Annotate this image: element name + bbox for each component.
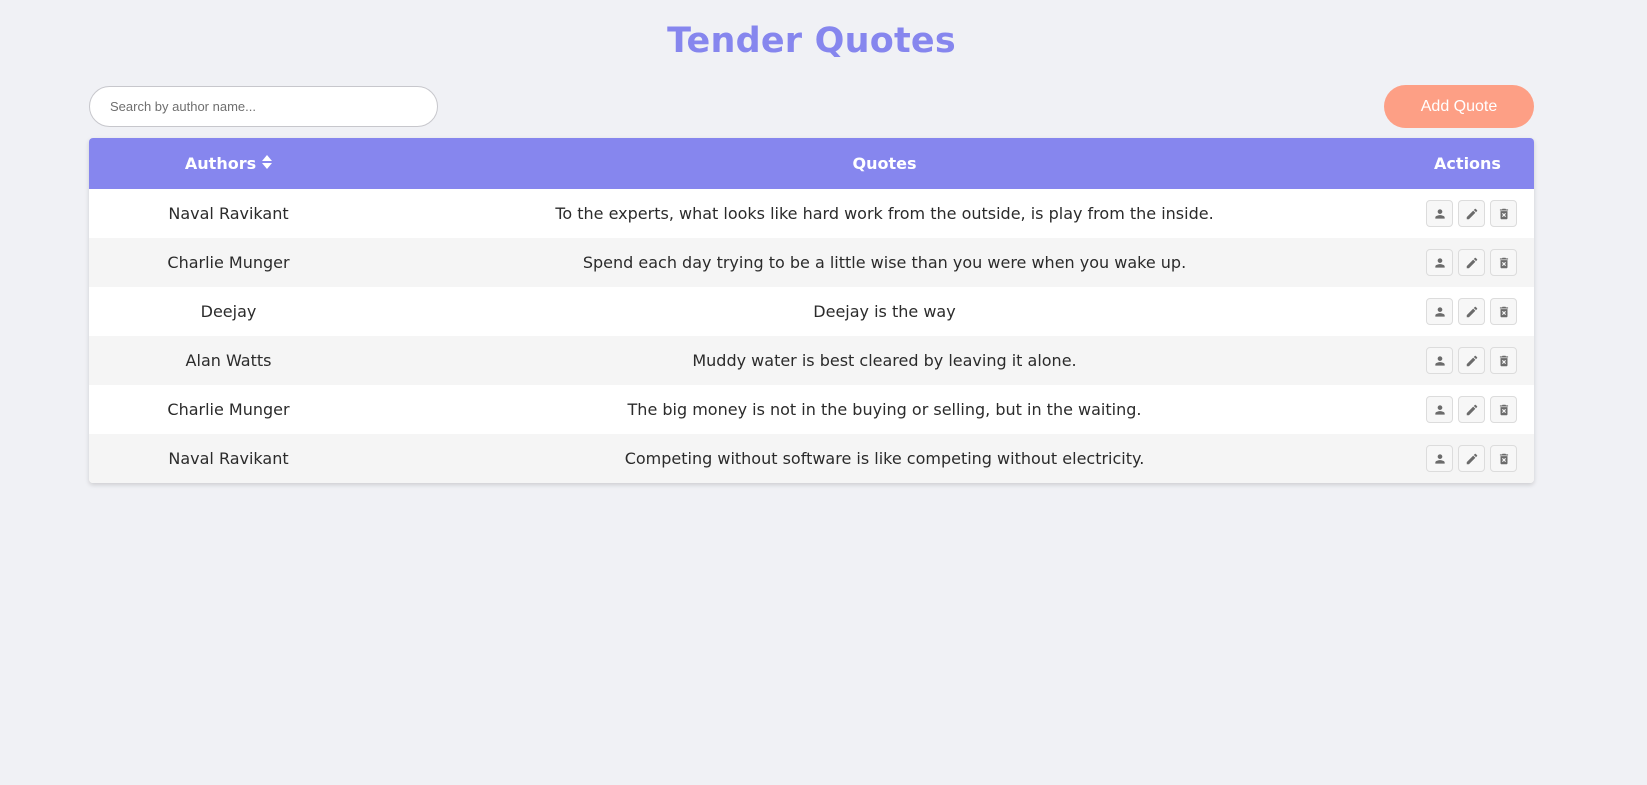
user-icon: [1434, 306, 1445, 317]
edit-icon: [1466, 257, 1477, 268]
table-row: Naval Ravikant Competing without softwar…: [89, 434, 1534, 483]
actions-cell: [1401, 385, 1534, 434]
edit-quote-button[interactable]: [1458, 249, 1485, 276]
user-icon: [1434, 453, 1445, 464]
user-icon: [1434, 208, 1445, 219]
delete-icon: [1499, 404, 1508, 415]
table-row: Alan Watts Muddy water is best cleared b…: [89, 336, 1534, 385]
edit-icon: [1466, 306, 1477, 317]
actions-header-label: Actions: [1434, 154, 1501, 173]
delete-icon: [1499, 257, 1508, 268]
author-cell: Alan Watts: [185, 351, 272, 370]
quote-cell: Spend each day trying to be a little wis…: [582, 253, 1187, 272]
actions-cell: [1401, 336, 1534, 385]
table-header-row: Authors Quotes Actions: [89, 138, 1534, 189]
author-cell: Charlie Munger: [167, 400, 290, 419]
user-icon: [1434, 355, 1445, 366]
table-row: Naval Ravikant To the experts, what look…: [89, 189, 1534, 238]
delete-icon: [1499, 306, 1508, 317]
table-row: Charlie Munger Spend each day trying to …: [89, 238, 1534, 287]
authors-header-label: Authors: [184, 154, 257, 173]
user-icon: [1434, 404, 1445, 415]
edit-icon: [1466, 355, 1477, 366]
delete-quote-button[interactable]: [1490, 396, 1517, 423]
actions-column-header: Actions: [1401, 138, 1534, 189]
delete-quote-button[interactable]: [1490, 249, 1517, 276]
delete-icon: [1499, 453, 1508, 464]
quote-cell: The big money is not in the buying or se…: [627, 400, 1142, 419]
view-author-button[interactable]: [1426, 347, 1453, 374]
edit-quote-button[interactable]: [1458, 445, 1485, 472]
quote-cell: Competing without software is like compe…: [624, 449, 1145, 468]
author-cell: Charlie Munger: [167, 253, 290, 272]
delete-quote-button[interactable]: [1490, 200, 1517, 227]
view-author-button[interactable]: [1426, 249, 1453, 276]
authors-column-header[interactable]: Authors: [89, 138, 368, 189]
view-author-button[interactable]: [1426, 396, 1453, 423]
delete-icon: [1499, 208, 1508, 219]
quote-cell: Deejay is the way: [813, 302, 956, 321]
edit-icon: [1466, 404, 1477, 415]
delete-quote-button[interactable]: [1490, 298, 1517, 325]
quotes-column-header: Quotes: [368, 138, 1401, 189]
actions-cell: [1401, 189, 1534, 238]
author-cell: Naval Ravikant: [168, 449, 289, 468]
author-cell: Naval Ravikant: [168, 204, 289, 223]
table-row: Deejay Deejay is the way: [89, 287, 1534, 336]
quote-cell: Muddy water is best cleared by leaving i…: [692, 351, 1077, 370]
delete-icon: [1499, 355, 1508, 366]
quote-cell: To the experts, what looks like hard wor…: [555, 204, 1214, 223]
actions-cell: [1401, 238, 1534, 287]
actions-cell: [1401, 287, 1534, 336]
edit-icon: [1466, 453, 1477, 464]
edit-quote-button[interactable]: [1458, 396, 1485, 423]
author-cell: Deejay: [200, 302, 257, 321]
actions-cell: [1401, 434, 1534, 483]
edit-quote-button[interactable]: [1458, 347, 1485, 374]
view-author-button[interactable]: [1426, 200, 1453, 227]
quotes-header-label: Quotes: [852, 154, 917, 173]
delete-quote-button[interactable]: [1490, 347, 1517, 374]
edit-icon: [1466, 208, 1477, 219]
sort-icon[interactable]: [262, 154, 273, 173]
view-author-button[interactable]: [1426, 445, 1453, 472]
view-author-button[interactable]: [1426, 298, 1453, 325]
table-row: Charlie Munger The big money is not in t…: [89, 385, 1534, 434]
add-quote-button[interactable]: Add Quote: [1384, 85, 1534, 128]
edit-quote-button[interactable]: [1458, 200, 1485, 227]
delete-quote-button[interactable]: [1490, 445, 1517, 472]
user-icon: [1434, 257, 1445, 268]
edit-quote-button[interactable]: [1458, 298, 1485, 325]
search-input[interactable]: [89, 86, 438, 127]
quotes-table: Authors Quotes Actions Naval Ravikant To…: [89, 138, 1534, 483]
page-title: Tender Quotes: [667, 21, 956, 61]
